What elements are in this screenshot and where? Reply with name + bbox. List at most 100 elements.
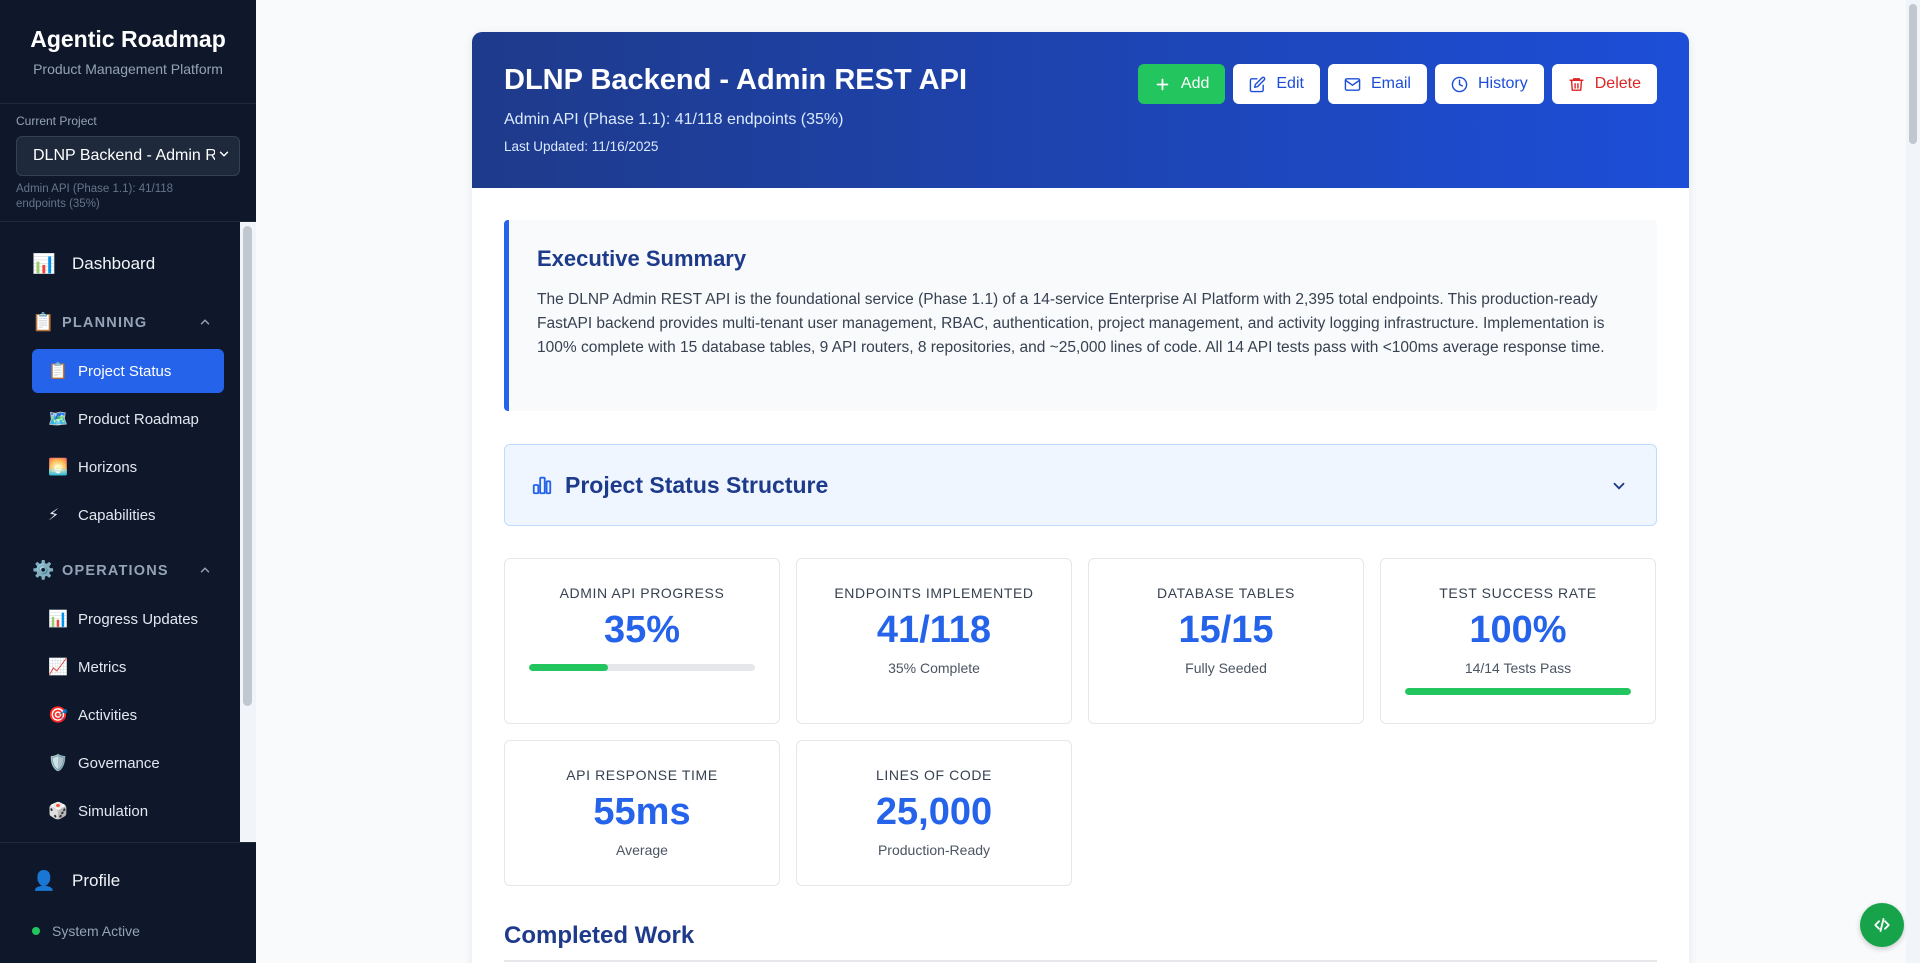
metric-subtext: 35% Complete	[888, 660, 980, 676]
clipboard-icon: 📋	[32, 312, 56, 332]
sidebar-item-capabilities[interactable]: ⚡ Capabilities	[32, 493, 224, 537]
project-status-card: DLNP Backend - Admin REST API Admin API …	[472, 32, 1689, 963]
edit-button-label: Edit	[1276, 75, 1304, 92]
metric-label: ADMIN API PROGRESS	[559, 585, 725, 601]
metric-label: API RESPONSE TIME	[566, 767, 718, 783]
executive-summary-title: Executive Summary	[537, 246, 747, 271]
header-actions: Add Edit Email History Delete	[1137, 64, 1657, 104]
metric-database-tables: DATABASE TABLES 15/15 Fully Seeded	[1088, 558, 1364, 724]
sidebar-item-project-status[interactable]: 📋 Project Status	[32, 349, 224, 393]
sidebar: Agentic Roadmap Product Management Platf…	[0, 0, 256, 963]
metric-label: DATABASE TABLES	[1157, 585, 1295, 601]
chart-icon: 📊	[32, 254, 56, 275]
current-project-label: Current Project	[16, 114, 97, 128]
sidebar-item-horizons[interactable]: 🌅 Horizons	[32, 445, 224, 489]
current-project-description: Admin API (Phase 1.1): 41/118 endpoints …	[16, 183, 174, 210]
section-planning[interactable]: 📋 PLANNING	[32, 312, 212, 333]
section-label: OPERATIONS	[62, 562, 169, 579]
trash-icon	[1569, 77, 1584, 91]
system-status-text: System Active	[52, 923, 140, 939]
sidebar-item-activities[interactable]: 🎯 Activities	[32, 693, 224, 737]
chevron-down-icon	[219, 151, 229, 157]
edit-button[interactable]: Edit	[1233, 64, 1320, 104]
sidebar-scrollbar[interactable]	[240, 222, 256, 842]
metric-admin-api-progress: ADMIN API PROGRESS 35%	[504, 558, 780, 724]
completed-work-heading: Completed Work	[504, 922, 1657, 962]
sidebar-footer: 👤 Profile System Active	[0, 842, 256, 963]
metric-value: 100%	[1469, 609, 1567, 651]
metric-test-success-rate: TEST SUCCESS RATE 100% 14/14 Tests Pass	[1380, 558, 1656, 724]
mail-icon	[1344, 77, 1361, 91]
metric-subtext: Average	[616, 842, 668, 858]
target-icon: 🎯	[48, 707, 68, 724]
brand: Agentic Roadmap Product Management Platf…	[0, 0, 256, 104]
sidebar-item-label: Project Status	[78, 362, 172, 380]
sidebar-item-simulation[interactable]: 🎲 Simulation	[32, 789, 224, 833]
project-selector-block: Current Project DLNP Backend - Admin RES…	[0, 104, 256, 222]
sidebar-nav: 📊 Dashboard 📋 PLANNING 📋 Project Status …	[0, 222, 256, 842]
metric-subtext: Production-Ready	[877, 842, 991, 858]
add-button[interactable]: Add	[1137, 64, 1226, 104]
delete-button[interactable]: Delete	[1551, 64, 1657, 104]
project-select-value: DLNP Backend - Admin REST API	[33, 147, 215, 164]
history-button-label: History	[1477, 75, 1528, 92]
structure-title: Project Status Structure	[565, 471, 829, 498]
system-status: System Active	[32, 923, 140, 939]
metric-endpoints-implemented: ENDPOINTS IMPLEMENTED 41/118 35% Complet…	[796, 558, 1072, 724]
sidebar-item-label: Progress Updates	[78, 610, 199, 628]
metric-value: 35%	[603, 609, 681, 651]
sidebar-item-label: Simulation	[78, 802, 149, 820]
metrics-grid: ADMIN API PROGRESS 35% ENDPOINTS IMPLEME…	[504, 558, 1657, 886]
metric-label: TEST SUCCESS RATE	[1439, 585, 1597, 601]
sidebar-item-metrics[interactable]: 📈 Metrics	[32, 645, 224, 689]
user-icon: 👤	[32, 871, 56, 892]
sidebar-item-label: Product Roadmap	[78, 410, 199, 428]
status-dot-icon	[32, 927, 40, 935]
code-view-button[interactable]	[1860, 903, 1904, 947]
trend-icon: 📈	[48, 659, 68, 676]
project-status-structure-toggle[interactable]: Project Status Structure	[504, 444, 1657, 526]
section-operations[interactable]: ⚙️ OPERATIONS	[32, 560, 212, 581]
sidebar-item-product-roadmap[interactable]: 🗺️ Product Roadmap	[32, 397, 224, 441]
sunrise-icon: 🌅	[48, 459, 68, 476]
edit-icon	[1250, 76, 1266, 92]
email-button-label: Email	[1370, 75, 1411, 92]
progress-bar	[529, 664, 755, 671]
sidebar-item-label: Governance	[78, 754, 160, 772]
dice-icon: 🎲	[48, 803, 68, 820]
sidebar-item-governance[interactable]: 🛡️ Governance	[32, 741, 224, 785]
metric-subtext: 14/14 Tests Pass	[1464, 660, 1572, 676]
project-header: DLNP Backend - Admin REST API Admin API …	[472, 32, 1689, 188]
history-button[interactable]: History	[1434, 64, 1544, 104]
project-select[interactable]: DLNP Backend - Admin REST API	[16, 136, 240, 176]
sidebar-item-dashboard[interactable]: 📊 Dashboard	[32, 252, 155, 276]
nav-area: 📊 Dashboard 📋 PLANNING 📋 Project Status …	[0, 222, 238, 842]
delete-button-label: Delete	[1594, 75, 1641, 92]
page-scrollbar[interactable]	[1906, 0, 1920, 963]
metric-label: LINES OF CODE	[876, 767, 992, 783]
map-icon: 🗺️	[48, 411, 68, 428]
metric-value: 41/118	[876, 609, 992, 651]
last-updated: Last Updated: 11/16/2025	[504, 139, 659, 154]
progress-bar-fill	[529, 664, 609, 671]
page-subtitle: Admin API (Phase 1.1): 41/118 endpoints …	[504, 111, 844, 128]
clock-icon	[1451, 76, 1468, 92]
sidebar-item-progress-updates[interactable]: 📊 Progress Updates	[32, 597, 224, 641]
executive-summary-body: The DLNP Admin REST API is the foundatio…	[537, 291, 1605, 356]
chevron-down-icon	[1613, 482, 1625, 490]
sidebar-item-label: Profile	[72, 871, 121, 890]
metric-label: ENDPOINTS IMPLEMENTED	[834, 585, 1034, 601]
sidebar-scrollbar-thumb[interactable]	[243, 226, 252, 706]
page-scrollbar-thumb[interactable]	[1909, 4, 1917, 144]
metric-value: 15/15	[1178, 609, 1274, 651]
sidebar-item-label: Activities	[78, 706, 138, 724]
shield-icon: 🛡️	[48, 755, 68, 772]
lightning-icon: ⚡	[48, 507, 60, 524]
email-button[interactable]: Email	[1327, 64, 1427, 104]
sidebar-item-label: Capabilities	[78, 506, 156, 524]
chevron-up-icon	[200, 567, 210, 573]
chevron-up-icon	[200, 319, 210, 325]
progress-bar	[1405, 688, 1631, 695]
section-label: PLANNING	[62, 314, 148, 331]
sidebar-item-profile[interactable]: 👤 Profile	[32, 869, 120, 893]
